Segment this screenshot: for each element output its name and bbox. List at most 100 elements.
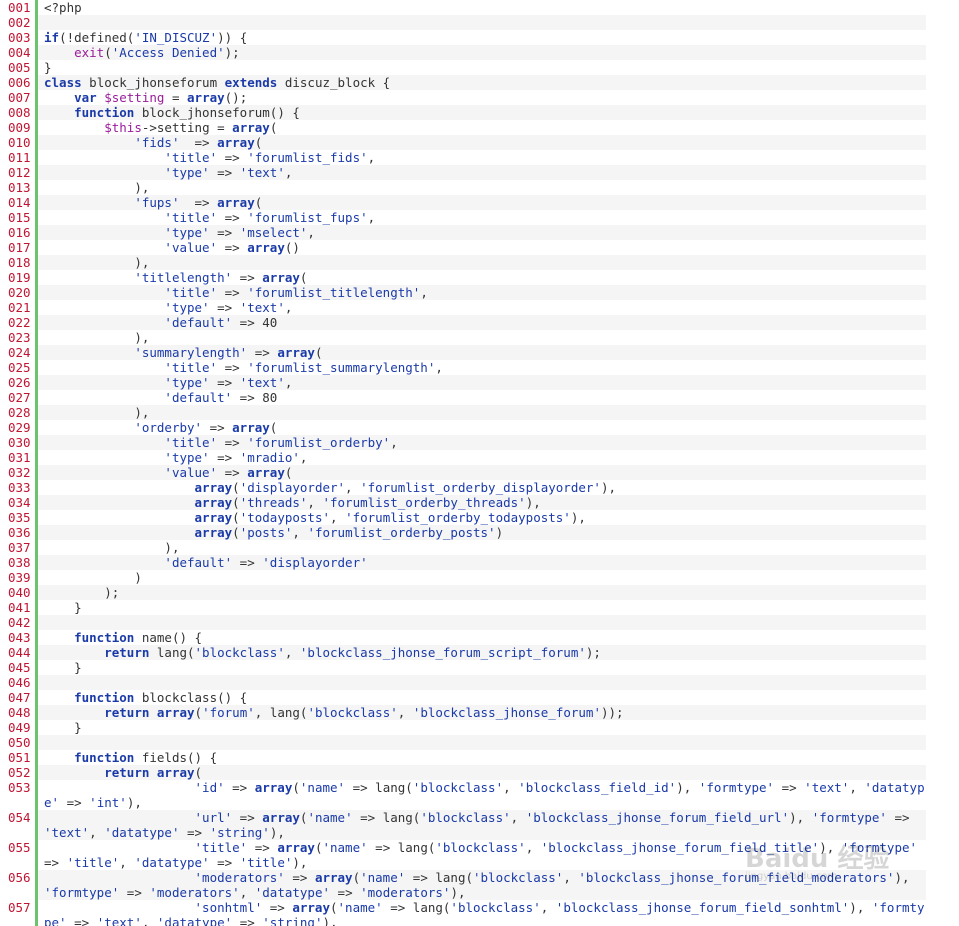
- line-number: 051: [0, 750, 38, 765]
- code-token: 'title': [194, 840, 248, 855]
- code-token: 'formtype': [841, 840, 918, 855]
- code-line: 028 ),: [0, 405, 926, 420]
- code-text: }: [38, 720, 926, 735]
- code-text: 'default' => 'displayorder': [38, 555, 926, 570]
- code-token: ),: [126, 795, 142, 810]
- code-token: 'orderby': [134, 420, 203, 435]
- code-token: (: [254, 195, 263, 210]
- code-token: ,: [299, 450, 308, 465]
- code-token: 'type': [164, 225, 210, 240]
- code-line: 020 'title' => 'forumlist_titlelength',: [0, 285, 926, 300]
- code-token: ,: [510, 810, 526, 825]
- code-line: 047 function blockclass() {: [0, 690, 926, 705]
- code-token: ->setting =: [141, 120, 233, 135]
- code-text: 'summarylength' => array(: [38, 345, 926, 360]
- code-token: array: [194, 480, 233, 495]
- code-token: 'Access Denied': [111, 45, 225, 60]
- code-text: [38, 615, 926, 630]
- code-token: ),: [44, 180, 150, 195]
- code-token: 'datatype': [254, 885, 331, 900]
- code-line: 037 ),: [0, 540, 926, 555]
- code-text: array('todayposts', 'forumlist_orderby_t…: [38, 510, 926, 525]
- code-text: 'id' => array('name' => lang('blockclass…: [38, 780, 926, 810]
- code-token: ),: [292, 855, 308, 870]
- code-text: 'type' => 'mselect',: [38, 225, 926, 240]
- code-text: exit('Access Denied');: [38, 45, 926, 60]
- line-number: 005: [0, 60, 38, 75]
- line-number: 023: [0, 330, 38, 345]
- code-line: 003 if(!defined('IN_DISCUZ')) {: [0, 30, 926, 45]
- code-token: 'text': [239, 375, 285, 390]
- code-token: (: [314, 345, 323, 360]
- code-token: =>: [774, 780, 805, 795]
- code-token: fields() {: [134, 750, 218, 765]
- code-token: 'name': [360, 870, 406, 885]
- code-token: => 80: [232, 390, 278, 405]
- code-token: 'int': [89, 795, 127, 810]
- code-token: 'default': [164, 315, 233, 330]
- code-text: function fields() {: [38, 750, 926, 765]
- code-token: ),: [676, 780, 699, 795]
- code-token: 'forumlist_titlelength': [247, 285, 421, 300]
- code-token: =>: [217, 150, 248, 165]
- code-token: ,: [540, 900, 556, 915]
- line-number: 052: [0, 765, 38, 780]
- line-number: 030: [0, 435, 38, 450]
- line-number: 043: [0, 630, 38, 645]
- code-token: ,: [284, 300, 293, 315]
- code-line: 002: [0, 15, 926, 30]
- line-number: 010: [0, 135, 38, 150]
- code-token: array: [232, 420, 270, 435]
- code-token: ,: [420, 285, 428, 300]
- code-token: =>: [217, 210, 248, 225]
- code-token: 'blockclass': [420, 810, 511, 825]
- code-text: 'titlelength' => array(: [38, 270, 926, 285]
- code-line: 033 array('displayorder', 'forumlist_ord…: [0, 480, 926, 495]
- code-token: =>: [202, 420, 233, 435]
- code-text: if(!defined('IN_DISCUZ')) {: [38, 30, 926, 45]
- code-token: (: [194, 705, 203, 720]
- line-number: 020: [0, 285, 38, 300]
- code-token: return: [104, 705, 150, 720]
- code-text: 'title' => 'forumlist_fids',: [38, 150, 926, 165]
- code-text: );: [38, 585, 926, 600]
- code-token: ();: [224, 90, 248, 105]
- code-token: exit: [74, 45, 105, 60]
- line-number: 012: [0, 165, 38, 180]
- code-token: 'name': [299, 780, 346, 795]
- code-token: );: [585, 645, 601, 660]
- code-line: 024 'summarylength' => array(: [0, 345, 926, 360]
- code-text: 'moderators' => array('name' => lang('bl…: [38, 870, 926, 900]
- code-token: 'summarylength': [134, 345, 248, 360]
- code-line: 005}: [0, 60, 926, 75]
- code-text: ),: [38, 540, 926, 555]
- code-token: (: [104, 45, 112, 60]
- code-token: 'type': [164, 450, 210, 465]
- code-token: array: [314, 870, 353, 885]
- code-token: =>: [262, 900, 293, 915]
- code-token: array: [194, 525, 233, 540]
- code-token: 'blockclass': [435, 840, 526, 855]
- code-token: =>: [330, 885, 361, 900]
- code-viewer: 001 <?php 002 003 if(!defined('IN_DISCUZ')) …: [0, 0, 959, 926]
- code-token: 'text': [239, 165, 285, 180]
- code-token: ),: [44, 540, 180, 555]
- code-token: 'title': [164, 360, 218, 375]
- code-token: =>: [217, 285, 248, 300]
- code-token: 'blockclass_jhonse_forum_field_url': [525, 810, 790, 825]
- code-text: ): [38, 570, 926, 585]
- code-line: 023 ),: [0, 330, 926, 345]
- code-token: <?php: [44, 0, 82, 15]
- code-token: =>: [217, 465, 248, 480]
- line-number: 037: [0, 540, 38, 555]
- code-token: 'blockclass_field_id': [518, 780, 677, 795]
